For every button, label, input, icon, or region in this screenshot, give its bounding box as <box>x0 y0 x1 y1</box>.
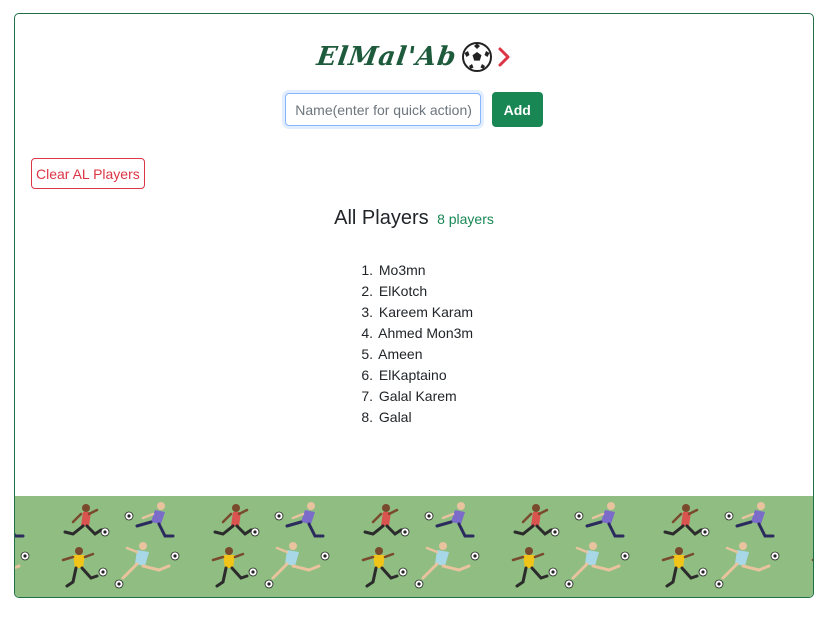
player-item: 8. Galal <box>361 409 412 425</box>
player-item: 3. Kareem Karam <box>361 304 474 320</box>
brand-logo[interactable]: ElMal'Ab <box>15 41 813 81</box>
player-list: 1. Mo3mn 2. ElKotch 3. Kareem Karam 4. A… <box>359 260 473 428</box>
soccer-ball-icon <box>461 42 492 72</box>
players-count: 8 players <box>437 211 494 227</box>
soccer-players-banner <box>15 496 813 597</box>
main-card: ElMal'Ab Add Clear AL Players All Player… <box>14 13 814 598</box>
player-item: 7. Galal Karem <box>361 388 457 404</box>
player-item: 1. Mo3mn <box>361 262 426 278</box>
player-item: 6. ElKaptaino <box>361 367 447 383</box>
soccer-players-pattern-icon <box>15 496 813 597</box>
player-item: 5. Ameen <box>361 346 423 362</box>
clear-players-button[interactable]: Clear AL Players <box>31 158 145 189</box>
logo-text: ElMal'Ab <box>314 42 459 72</box>
add-button[interactable]: Add <box>491 92 543 127</box>
players-heading: All Players 8 players <box>15 207 813 230</box>
player-name-input[interactable] <box>285 93 482 126</box>
player-item: 2. ElKotch <box>361 283 428 299</box>
add-player-form: Add <box>15 92 813 127</box>
players-title: All Players <box>334 207 429 229</box>
player-item: 4. Ahmed Mon3m <box>361 325 474 341</box>
chevron-right-icon <box>498 47 510 67</box>
